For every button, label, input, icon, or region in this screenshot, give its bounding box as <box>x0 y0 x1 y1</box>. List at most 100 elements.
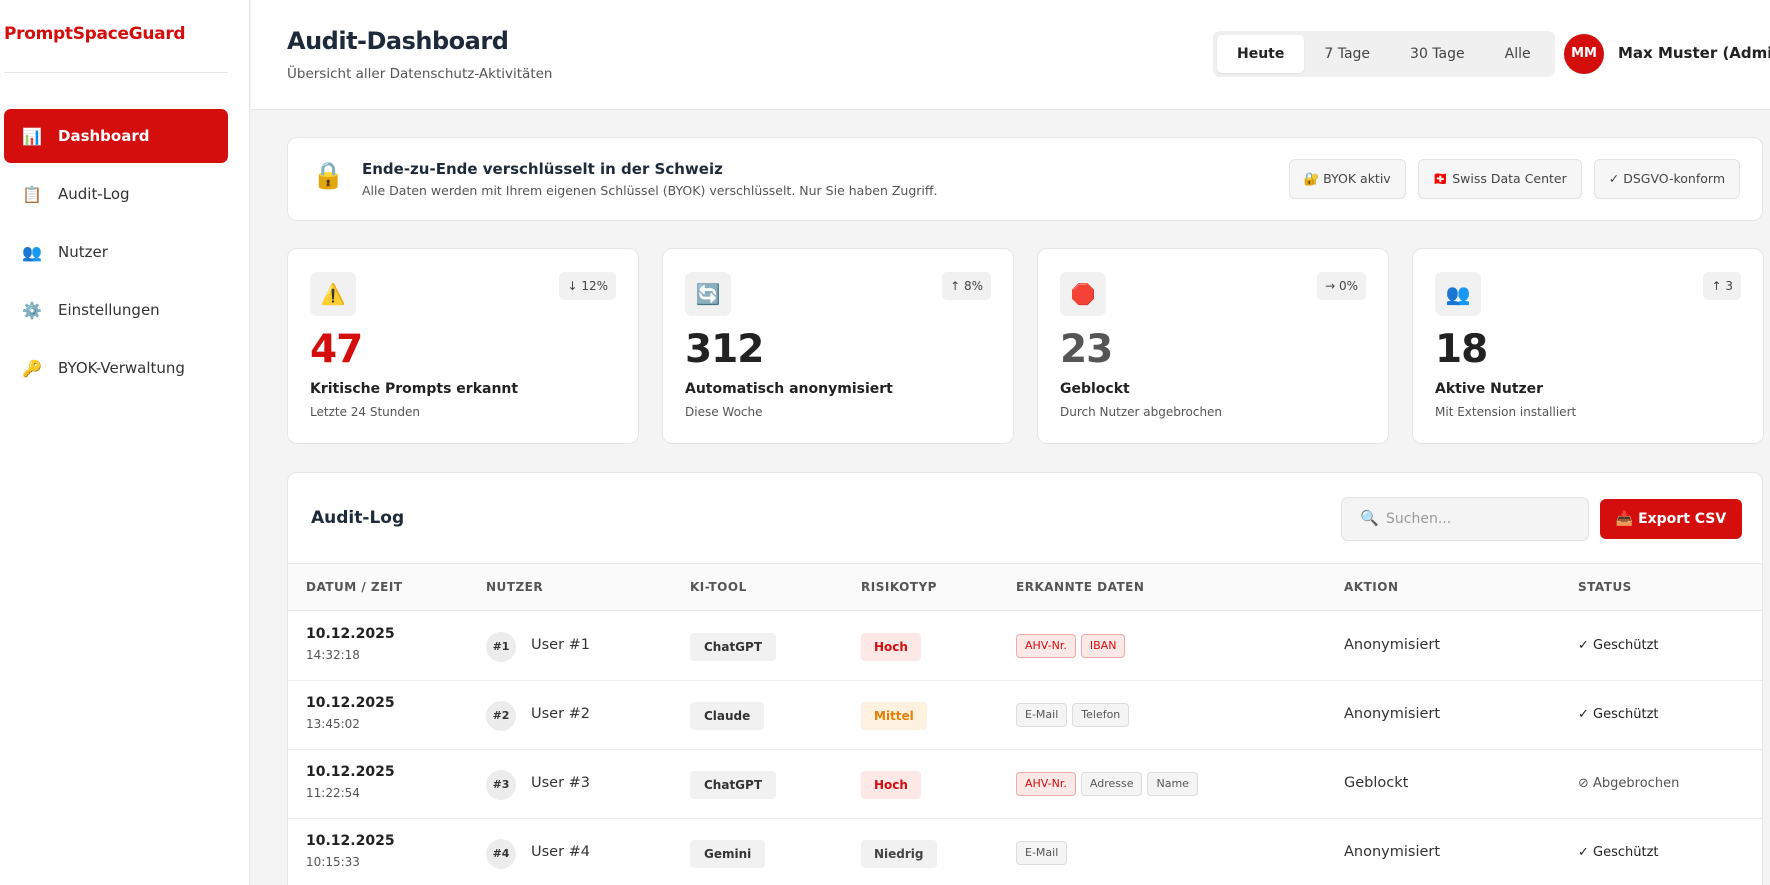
column-header-data[interactable]: ERKANNTE DATEN <box>1016 580 1144 594</box>
key-icon: 🔑 <box>22 358 42 378</box>
row-user: User #4 <box>531 844 591 860</box>
row-action: Anonymisiert <box>1344 637 1441 653</box>
audit-log-panel: Audit-Log 🔍 📥 Export CSV DATUM / ZEIT NU… <box>287 472 1763 885</box>
row-date: 10.12.2025 <box>306 833 395 849</box>
stop-sign-icon: 🛑 <box>1060 272 1106 316</box>
range-7-days-button[interactable]: 7 Tage <box>1304 35 1390 73</box>
row-time: 11:22:54 <box>306 786 360 800</box>
user-number-badge: #2 <box>486 701 516 731</box>
row-user: User #3 <box>531 775 591 791</box>
data-tag: Name <box>1147 772 1198 796</box>
row-status: ✓ Geschützt <box>1578 638 1659 653</box>
kpi-label: Automatisch anonymisiert <box>685 381 893 397</box>
brand-logo[interactable]: PromptSpaceGuard <box>4 24 186 44</box>
sidebar-item-byok-verwaltung[interactable]: 🔑 BYOK-Verwaltung <box>4 341 228 395</box>
kpi-card-anonymized: 🔄 ↑ 8% 312 Automatisch anonymisiert Dies… <box>662 248 1014 444</box>
range-today-button[interactable]: Heute <box>1217 35 1305 73</box>
byok-badge: 🔐 BYOK aktiv <box>1288 159 1406 199</box>
export-csv-button[interactable]: 📥 Export CSV <box>1600 499 1742 539</box>
row-time: 10:15:33 <box>306 855 360 869</box>
kpi-value: 312 <box>685 327 764 372</box>
gear-icon: ⚙️ <box>22 300 42 320</box>
column-header-status[interactable]: STATUS <box>1578 580 1632 594</box>
table-row[interactable]: 10.12.2025 13:45:02 #2 User #2 Claude Mi… <box>288 681 1762 750</box>
table-row[interactable]: 10.12.2025 10:15:33 #4 User #4 Gemini Ni… <box>288 819 1762 885</box>
users-icon: 👥 <box>1435 272 1481 316</box>
kpi-label: Kritische Prompts erkannt <box>310 381 519 397</box>
detected-data-tags: E-Mail <box>1016 841 1068 865</box>
data-tag: E-Mail <box>1016 703 1068 727</box>
page-subtitle: Übersicht aller Datenschutz-Aktivitäten <box>287 66 553 82</box>
banner-text: Alle Daten werden mit Ihrem eigenen Schl… <box>362 183 938 198</box>
time-range-selector: Heute 7 Tage 30 Tage Alle <box>1213 31 1555 77</box>
sidebar-item-dashboard[interactable]: 📊 Dashboard <box>4 109 228 163</box>
kpi-label: Aktive Nutzer <box>1435 381 1544 397</box>
sidebar-item-label: Dashboard <box>58 127 150 145</box>
row-action: Anonymisiert <box>1344 844 1441 860</box>
kpi-value: 18 <box>1435 327 1488 372</box>
user-number-badge: #3 <box>486 770 516 800</box>
security-badges: 🔐 BYOK aktiv 🇨🇭 Swiss Data Center ✓ DSGV… <box>1288 159 1740 199</box>
trend-badge: → 0% <box>1317 272 1366 300</box>
sidebar-item-audit-log[interactable]: 📋 Audit-Log <box>4 167 228 221</box>
risk-badge: Hoch <box>861 771 921 799</box>
row-user: User #1 <box>531 637 591 653</box>
kpi-value: 23 <box>1060 327 1113 372</box>
kpi-subtext: Mit Extension installiert <box>1435 405 1577 419</box>
kpi-value: 47 <box>310 327 363 372</box>
sidebar-item-einstellungen[interactable]: ⚙️ Einstellungen <box>4 283 228 337</box>
search-input[interactable] <box>1386 498 1576 540</box>
users-icon: 👥 <box>22 242 42 262</box>
risk-badge: Hoch <box>861 633 921 661</box>
range-30-days-button[interactable]: 30 Tage <box>1390 35 1485 73</box>
table-row[interactable]: 10.12.2025 11:22:54 #3 User #3 ChatGPT H… <box>288 750 1762 819</box>
encryption-banner: 🔒 Ende-zu-Ende verschlüsselt in der Schw… <box>287 137 1763 221</box>
tool-badge: Claude <box>690 702 765 730</box>
kpi-card-critical-prompts: ⚠️ ↓ 12% 47 Kritische Prompts erkannt Le… <box>287 248 639 444</box>
row-time: 14:32:18 <box>306 648 360 662</box>
column-header-date[interactable]: DATUM / ZEIT <box>306 580 402 594</box>
banner-title: Ende-zu-Ende verschlüsselt in der Schwei… <box>362 160 723 178</box>
table-row[interactable]: 10.12.2025 14:32:18 #1 User #1 ChatGPT H… <box>288 612 1762 681</box>
kpi-subtext: Diese Woche <box>685 405 763 419</box>
data-tag: Adresse <box>1080 772 1143 796</box>
avatar[interactable]: MM <box>1564 34 1604 74</box>
data-tag: IBAN <box>1080 634 1126 658</box>
risk-badge: Mittel <box>861 702 927 730</box>
row-time: 13:45:02 <box>306 717 360 731</box>
kpi-card-blocked: 🛑 → 0% 23 Geblockt Durch Nutzer abgebroc… <box>1037 248 1389 444</box>
user-name[interactable]: Max Muster (Admin) <box>1618 44 1770 62</box>
user-number-badge: #1 <box>486 632 516 662</box>
audit-log-title: Audit-Log <box>311 508 405 528</box>
column-header-risk[interactable]: RISIKOTYP <box>861 580 937 594</box>
search-box: 🔍 <box>1341 497 1589 541</box>
row-action: Anonymisiert <box>1344 706 1441 722</box>
kpi-card-active-users: 👥 ↑ 3 18 Aktive Nutzer Mit Extension ins… <box>1412 248 1764 444</box>
warning-icon: ⚠️ <box>310 272 356 316</box>
tool-badge: Gemini <box>690 840 766 868</box>
user-number-badge: #4 <box>486 839 516 869</box>
column-header-action[interactable]: AKTION <box>1344 580 1398 594</box>
page-header: Audit-Dashboard Übersicht aller Datensch… <box>251 0 1770 110</box>
data-tag: AHV-Nr. <box>1016 772 1076 796</box>
detected-data-tags: E-Mail Telefon <box>1016 703 1130 727</box>
range-all-button[interactable]: Alle <box>1485 35 1551 73</box>
sidebar-item-nutzer[interactable]: 👥 Nutzer <box>4 225 228 279</box>
sidebar-item-label: BYOK-Verwaltung <box>58 359 185 377</box>
chart-icon: 📊 <box>22 126 42 146</box>
detected-data-tags: AHV-Nr. IBAN <box>1016 634 1126 658</box>
sidebar-item-label: Nutzer <box>58 243 108 261</box>
trend-badge: ↑ 8% <box>942 272 991 300</box>
row-user: User #2 <box>531 706 591 722</box>
data-tag: E-Mail <box>1016 841 1068 865</box>
kpi-subtext: Durch Nutzer abgebrochen <box>1060 405 1223 419</box>
sidebar-item-label: Einstellungen <box>58 301 160 319</box>
clipboard-icon: 📋 <box>22 184 42 204</box>
data-tag: Telefon <box>1072 703 1130 727</box>
search-icon: 🔍 <box>1360 509 1379 527</box>
row-date: 10.12.2025 <box>306 764 395 780</box>
row-status: ⊘ Abgebrochen <box>1578 776 1680 791</box>
column-header-tool[interactable]: KI-TOOL <box>690 580 747 594</box>
column-header-user[interactable]: NUTZER <box>486 580 543 594</box>
divider <box>4 72 228 73</box>
